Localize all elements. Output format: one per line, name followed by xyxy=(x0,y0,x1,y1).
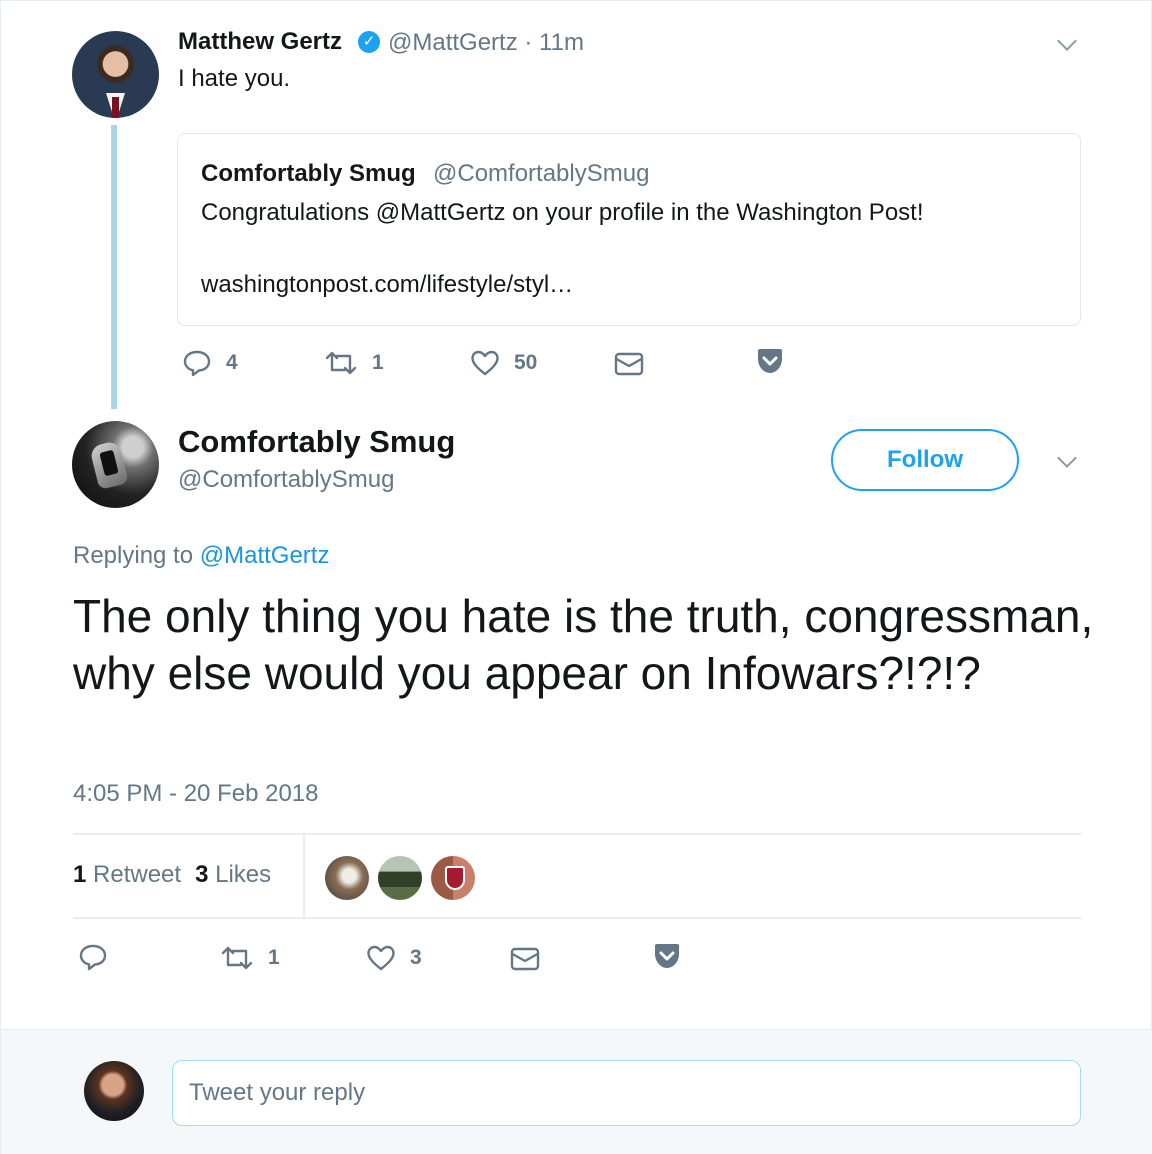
liker-avatar[interactable] xyxy=(431,856,475,900)
tweet-card: Matthew Gertz ✓ @MattGertz · 11m I hate … xyxy=(0,0,1152,1154)
direct-message-icon xyxy=(510,947,540,971)
retweet-stat[interactable]: 1 Retweet xyxy=(73,861,181,888)
avatar-comfortably-smug[interactable] xyxy=(72,421,159,508)
retweet-icon xyxy=(221,946,253,970)
reply-button[interactable] xyxy=(78,942,122,972)
replying-to-label: Replying to xyxy=(73,542,194,569)
like-button[interactable]: 3 xyxy=(366,943,422,973)
like-count: 3 xyxy=(410,946,422,969)
direct-message-icon xyxy=(614,352,644,376)
retweet-icon xyxy=(325,351,357,375)
like-icon xyxy=(367,945,395,971)
necktie xyxy=(112,97,119,118)
parent-tweet-text: I hate you. xyxy=(178,65,291,92)
reply-button[interactable]: 4 xyxy=(182,348,238,378)
pocket-save-button[interactable] xyxy=(653,942,681,970)
like-stat-count: 3 xyxy=(195,861,209,888)
current-user-avatar[interactable] xyxy=(84,1061,144,1121)
follow-button[interactable]: Follow xyxy=(831,429,1019,491)
replying-to-line: Replying to @MattGertz xyxy=(73,542,329,570)
quoted-author-handle: @ComfortablySmug xyxy=(433,160,650,187)
liker-avatar[interactable] xyxy=(378,856,422,900)
liker-avatar[interactable] xyxy=(325,856,369,900)
parent-author-handle-time[interactable]: @MattGertz · 11m xyxy=(388,29,584,57)
parent-author-name[interactable]: Matthew Gertz xyxy=(178,28,342,56)
direct-message-button[interactable] xyxy=(614,350,644,378)
direct-message-button[interactable] xyxy=(510,945,540,973)
quoted-tweet[interactable]: Comfortably Smug @ComfortablySmug Congra… xyxy=(177,133,1081,326)
retweet-button[interactable]: 1 xyxy=(220,943,280,973)
tweet-stats: 1 Retweet 3 Likes xyxy=(73,861,271,889)
quoted-tweet-link[interactable]: washingtonpost.com/lifestyle/styl… xyxy=(201,271,573,299)
avatar-matthew-gertz[interactable] xyxy=(72,31,159,118)
chevron-down-icon[interactable] xyxy=(1057,448,1077,468)
retweet-stat-label: Retweet xyxy=(93,861,182,888)
main-tweet-text: The only thing you hate is the truth, co… xyxy=(73,590,1094,699)
thread-connector-line xyxy=(111,125,117,409)
retweet-stat-count: 1 xyxy=(73,861,87,888)
retweet-count: 1 xyxy=(268,946,280,969)
shield-icon xyxy=(445,866,465,890)
chevron-down-icon[interactable] xyxy=(1057,31,1077,51)
reply-icon xyxy=(79,944,107,971)
pocket-save-icon xyxy=(758,349,782,373)
retweet-count: 1 xyxy=(372,351,384,374)
main-author-handle[interactable]: @ComfortablySmug xyxy=(178,466,394,494)
quoted-author-name: Comfortably Smug xyxy=(201,160,416,187)
stats-divider xyxy=(303,834,305,917)
tweet-timestamp[interactable]: 4:05 PM - 20 Feb 2018 xyxy=(73,780,318,808)
divider xyxy=(73,833,1081,835)
verified-badge-icon: ✓ xyxy=(358,31,380,53)
reply-input[interactable] xyxy=(172,1060,1081,1126)
like-stat[interactable]: 3 Likes xyxy=(195,861,271,888)
retweet-button[interactable]: 1 xyxy=(324,348,384,378)
like-button[interactable]: 50 xyxy=(470,348,537,378)
like-count: 50 xyxy=(514,351,538,374)
main-author-name[interactable]: Comfortably Smug xyxy=(178,424,455,460)
reply-icon xyxy=(183,350,211,377)
pocket-save-button[interactable] xyxy=(756,347,784,375)
replying-to-mention[interactable]: @MattGertz xyxy=(200,542,330,569)
divider xyxy=(73,917,1081,919)
pocket-save-icon xyxy=(655,944,679,968)
like-stat-label: Likes xyxy=(215,861,272,888)
reply-count: 4 xyxy=(226,351,238,374)
like-icon xyxy=(471,350,499,376)
quoted-tweet-text: Congratulations @MattGertz on your profi… xyxy=(201,199,924,226)
